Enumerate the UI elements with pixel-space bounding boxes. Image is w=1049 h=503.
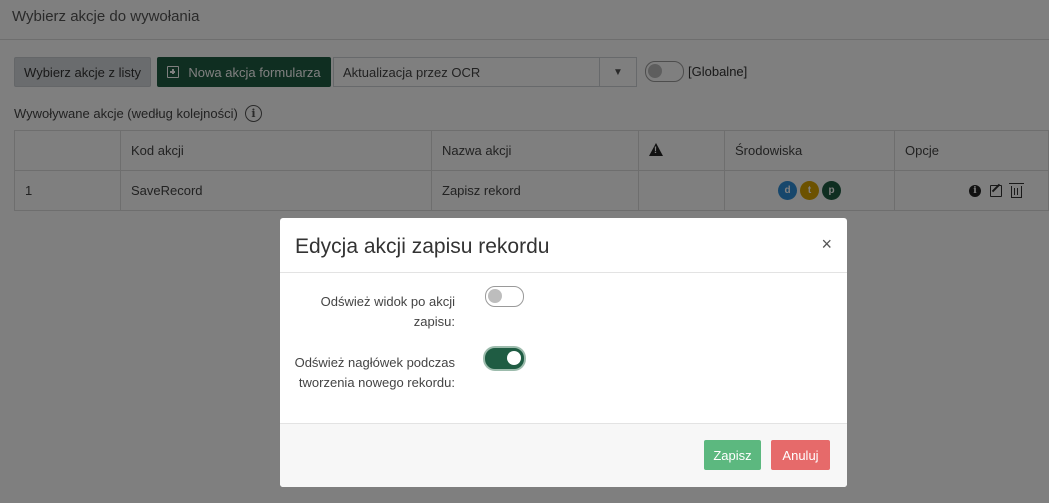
- refresh-header-label: Odśwież nagłówek podczas tworzenia noweg…: [285, 353, 455, 393]
- modal-title: Edycja akcji zapisu rekordu: [295, 235, 550, 258]
- refresh-view-toggle[interactable]: [485, 286, 524, 307]
- modal-header-divider: [280, 272, 847, 273]
- toggle-knob: [507, 351, 521, 365]
- refresh-header-toggle[interactable]: [485, 348, 524, 369]
- refresh-header-label-line2: tworzenia nowego rekordu:: [298, 375, 455, 390]
- refresh-view-label: Odśwież widok po akcji zapisu:: [285, 292, 455, 332]
- modal-footer: Zapisz Anuluj: [280, 423, 847, 487]
- toggle-knob: [488, 289, 502, 303]
- refresh-view-label-line1: Odśwież widok po akcji: [320, 294, 455, 309]
- close-icon[interactable]: ×: [821, 234, 832, 255]
- save-button[interactable]: Zapisz: [704, 440, 761, 470]
- refresh-header-label-line1: Odśwież nagłówek podczas: [294, 355, 455, 370]
- cancel-button[interactable]: Anuluj: [771, 440, 830, 470]
- refresh-view-label-line2: zapisu:: [413, 314, 455, 329]
- edit-save-action-modal: Edycja akcji zapisu rekordu × Odśwież wi…: [280, 218, 847, 487]
